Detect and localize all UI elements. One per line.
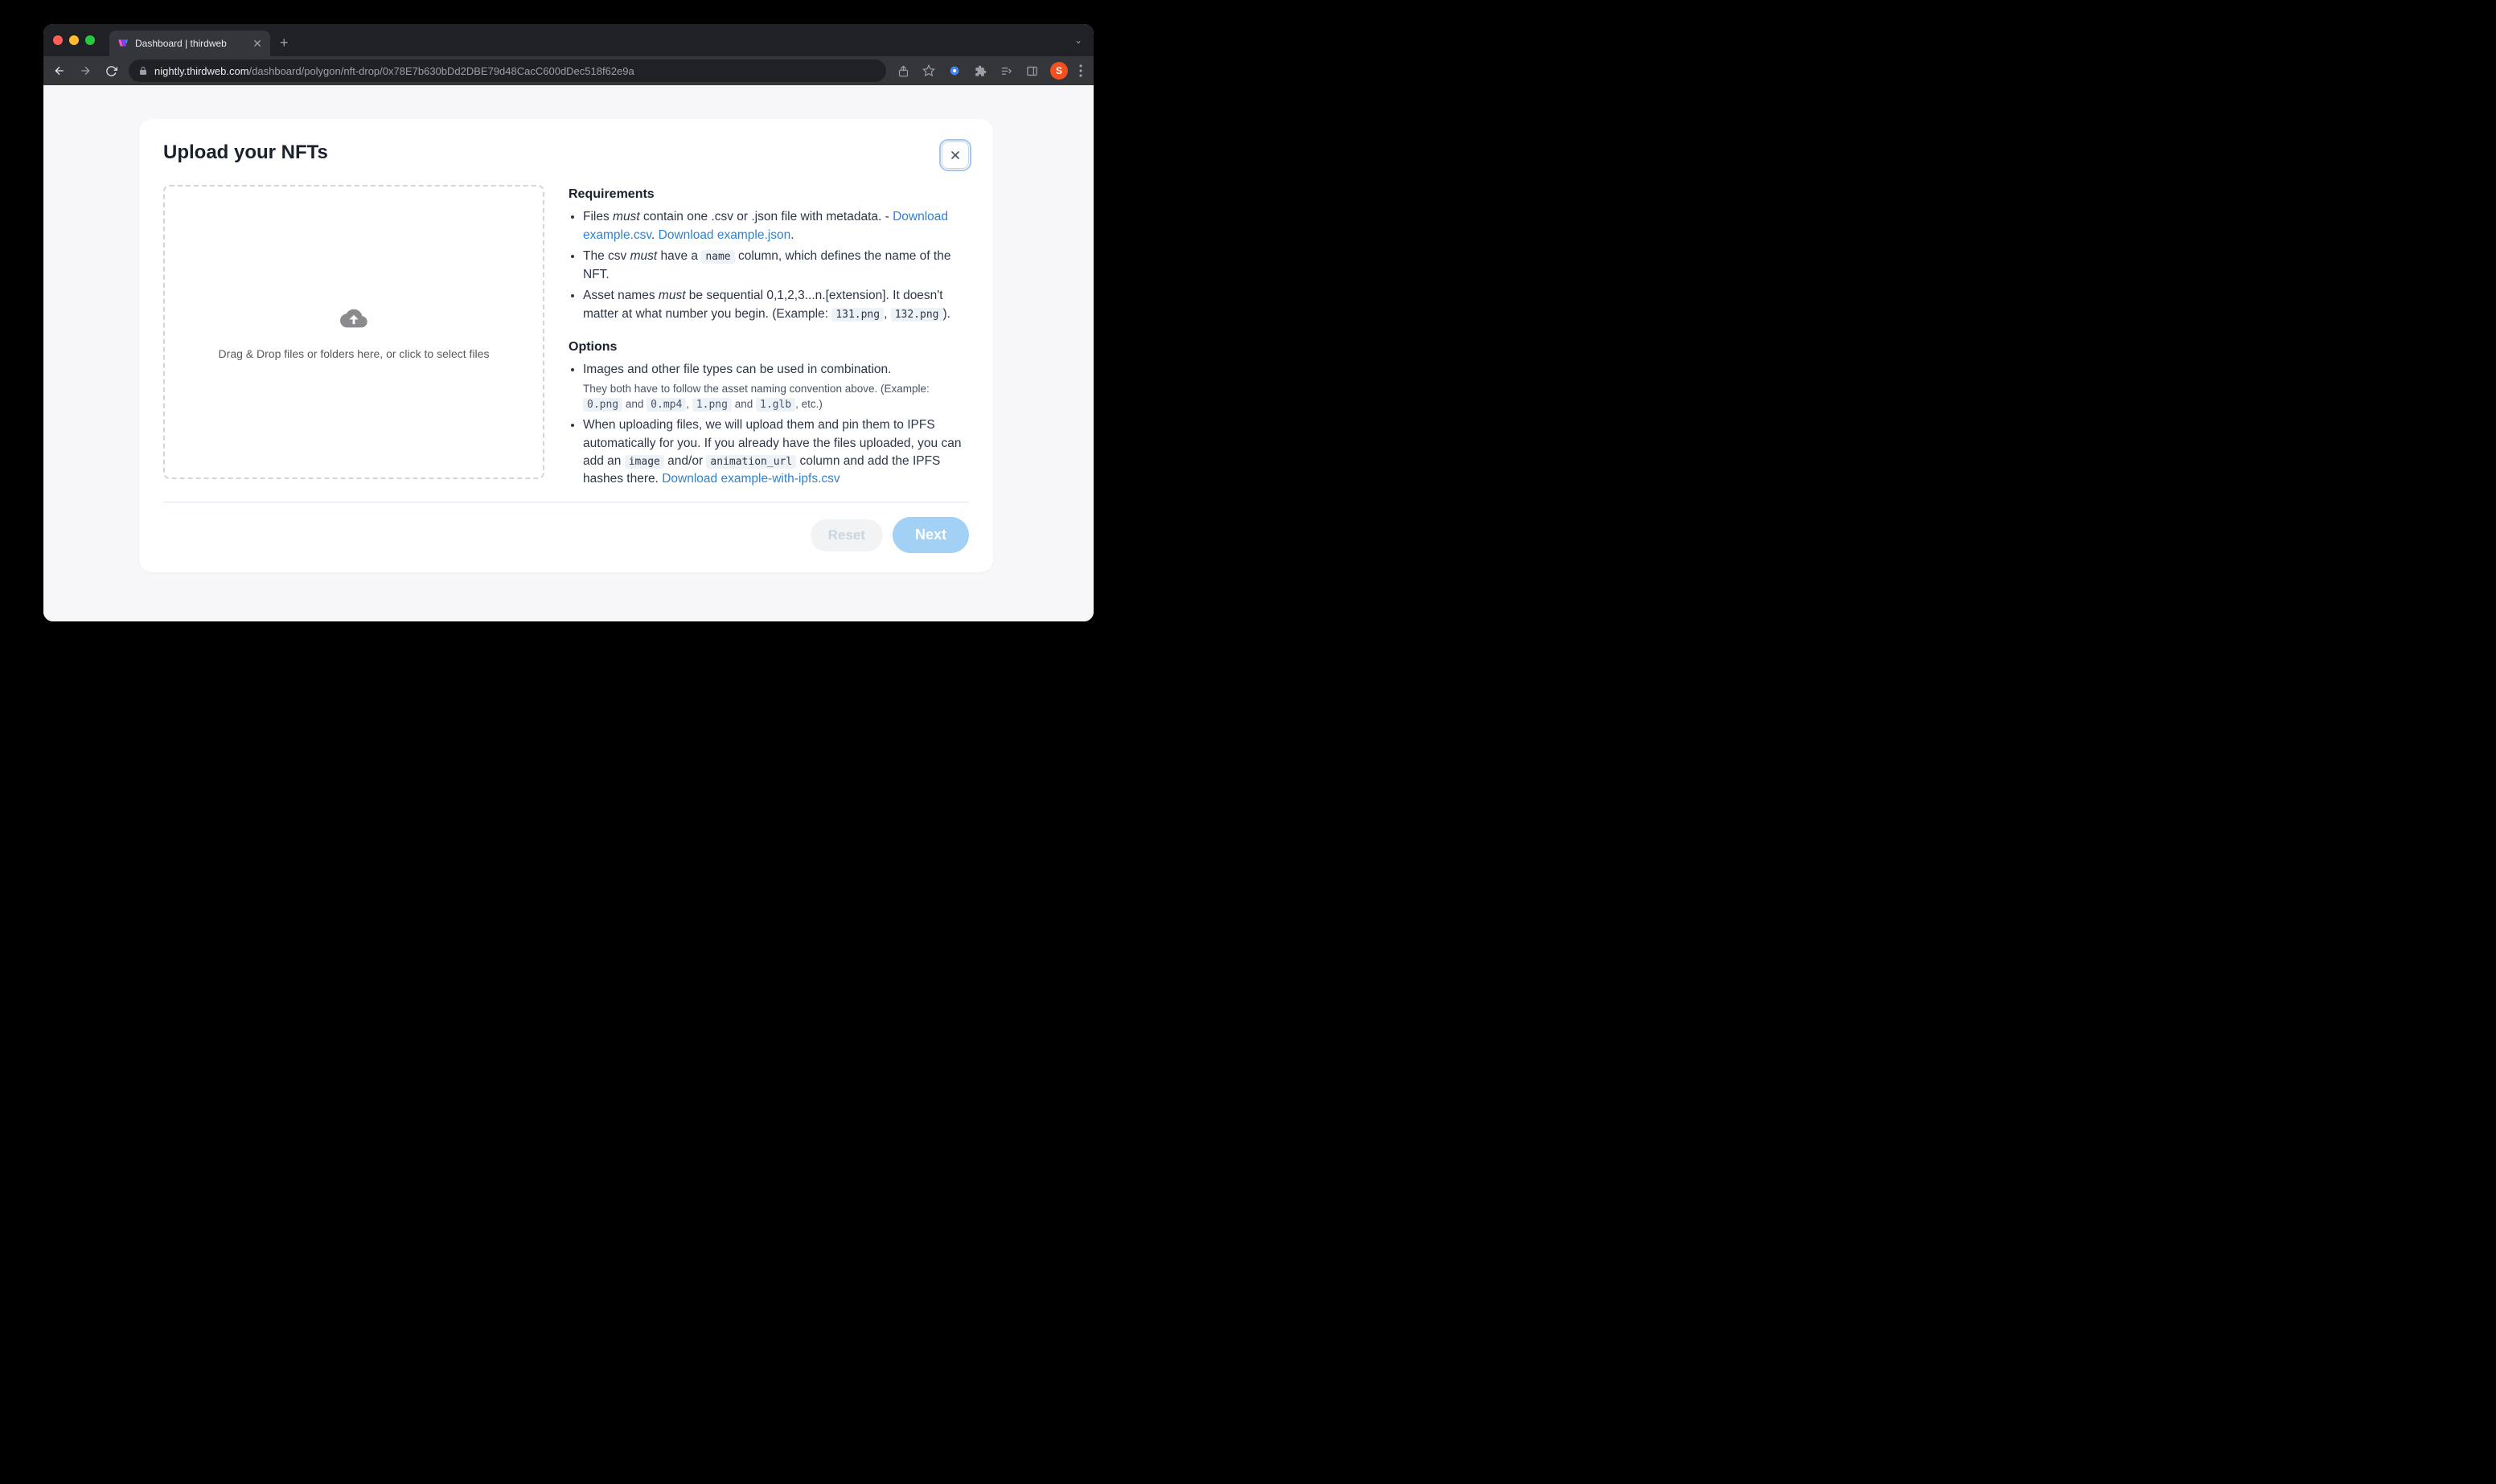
reading-list-icon[interactable] [999, 64, 1013, 78]
option-item: When uploading files, we will upload the… [583, 416, 969, 489]
address-bar: nightly.thirdweb.com/dashboard/polygon/n… [43, 56, 1094, 85]
browser-tab[interactable]: Dashboard | thirdweb ✕ [109, 31, 270, 56]
nav-back-button[interactable] [51, 64, 68, 77]
extension-icon[interactable] [947, 64, 962, 78]
nav-forward-button[interactable] [77, 64, 93, 77]
side-panel-icon[interactable] [1024, 64, 1039, 78]
requirement-item: Files must contain one .csv or .json fil… [583, 208, 969, 244]
modal-close-button[interactable] [942, 141, 969, 169]
dropzone-label: Drag & Drop files or folders here, or cl… [219, 347, 490, 360]
download-example-json-link[interactable]: Download example.json [659, 228, 791, 242]
next-button[interactable]: Next [893, 517, 969, 553]
lock-icon [138, 66, 148, 76]
requirements-heading: Requirements [569, 185, 969, 203]
url-text: nightly.thirdweb.com/dashboard/polygon/n… [154, 65, 634, 77]
options-heading: Options [569, 338, 969, 356]
tabs-dropdown-icon[interactable]: ⌄ [1074, 35, 1082, 46]
tab-title: Dashboard | thirdweb [135, 38, 246, 49]
nav-reload-button[interactable] [103, 65, 119, 77]
modal-title: Upload your NFTs [163, 141, 328, 164]
requirement-item: Asset names must be sequential 0,1,2,3..… [583, 287, 969, 323]
file-dropzone[interactable]: Drag & Drop files or folders here, or cl… [163, 185, 544, 479]
extensions-puzzle-icon[interactable] [973, 64, 987, 78]
url-input[interactable]: nightly.thirdweb.com/dashboard/polygon/n… [129, 59, 886, 82]
modal-footer: Reset Next [163, 502, 969, 553]
thirdweb-favicon-icon [117, 38, 129, 49]
reset-button[interactable]: Reset [811, 519, 883, 551]
profile-avatar[interactable]: S [1050, 62, 1068, 80]
window-close-icon[interactable] [53, 35, 63, 45]
page-viewport: Upload your NFTs Drag & Drop files or fo… [43, 85, 1094, 621]
upload-cloud-icon [340, 305, 367, 336]
share-icon[interactable] [896, 64, 910, 78]
info-panel: Requirements Files must contain one .csv… [569, 185, 969, 492]
toolbar-right: S [896, 62, 1086, 80]
bookmark-star-icon[interactable] [922, 64, 936, 78]
tab-bar: Dashboard | thirdweb ✕ + ⌄ [43, 24, 1094, 56]
new-tab-button[interactable]: + [280, 35, 289, 51]
browser-menu-icon[interactable] [1079, 64, 1082, 77]
requirement-item: The csv must have a name column, which d… [583, 248, 969, 284]
download-ipfs-example-link[interactable]: Download example-with-ipfs.csv [662, 472, 840, 486]
window-maximize-icon[interactable] [85, 35, 95, 45]
window-minimize-icon[interactable] [69, 35, 79, 45]
option-item: Images and other file types can be used … [583, 361, 969, 413]
window-controls [53, 35, 95, 45]
browser-window: Dashboard | thirdweb ✕ + ⌄ nightly.third… [43, 24, 1094, 621]
upload-modal: Upload your NFTs Drag & Drop files or fo… [139, 119, 993, 572]
tab-close-icon[interactable]: ✕ [252, 38, 262, 49]
